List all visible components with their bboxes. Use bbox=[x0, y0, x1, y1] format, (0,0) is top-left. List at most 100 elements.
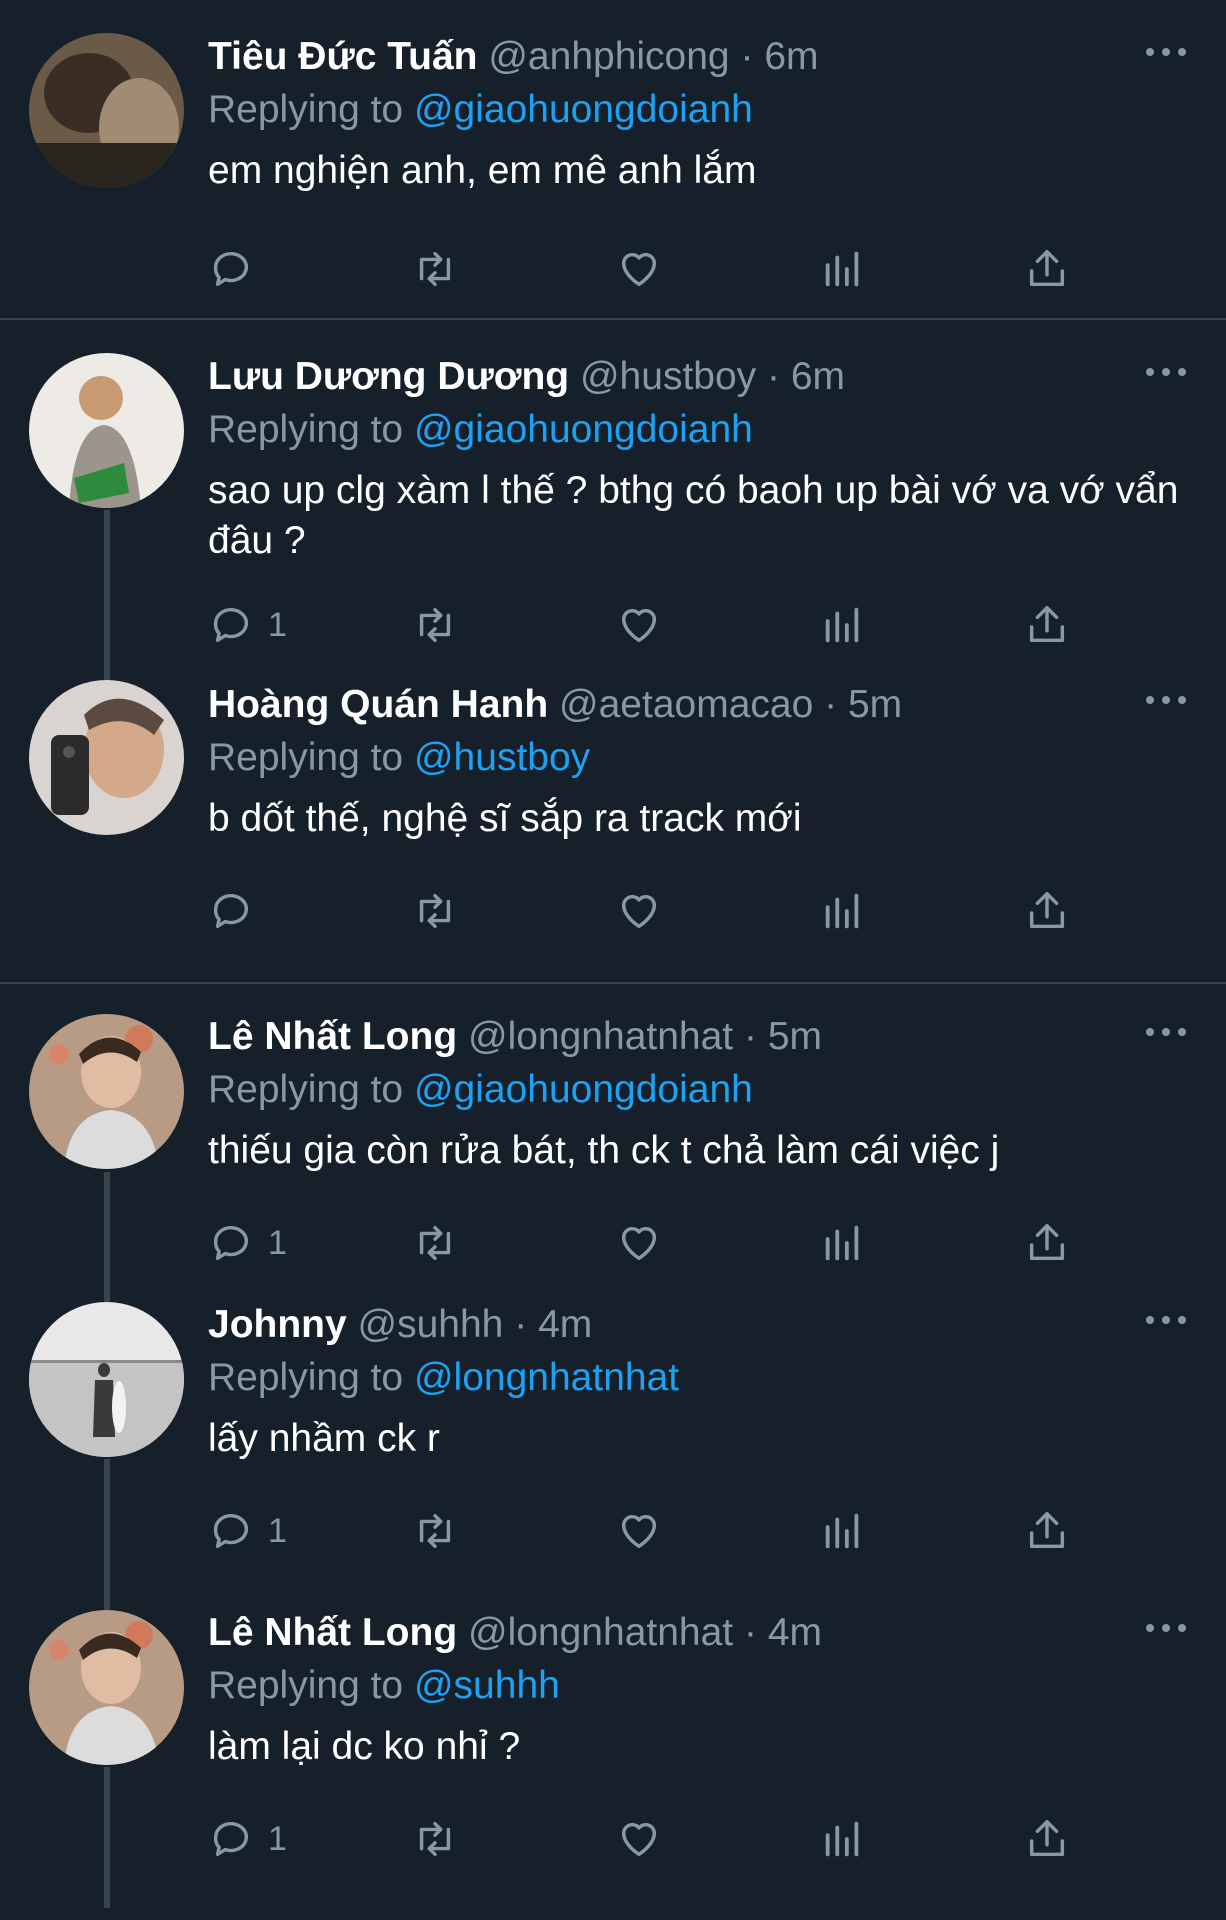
mention-link[interactable]: @giaohuongdoianh bbox=[414, 1068, 753, 1111]
avatar[interactable] bbox=[29, 1610, 184, 1765]
tweet[interactable]: Lưu Dương Dương @hustboy · 6m Replying t… bbox=[0, 320, 1226, 688]
replying-to: Replying to @giaohuongdoianh bbox=[208, 88, 753, 131]
author-name[interactable]: Lưu Dương Dương bbox=[208, 355, 569, 398]
analytics-button[interactable] bbox=[820, 884, 866, 938]
tweet[interactable]: Lê Nhất Long @longnhatnhat · 4m Replying… bbox=[0, 1600, 1226, 1908]
like-button[interactable] bbox=[616, 1812, 662, 1866]
author-handle[interactable]: @hustboy bbox=[580, 355, 756, 398]
tweet-text: lấy nhầm ck r bbox=[208, 1417, 440, 1460]
retweet-icon bbox=[419, 1225, 451, 1261]
share-button[interactable] bbox=[1024, 1216, 1070, 1270]
analytics-button[interactable] bbox=[820, 242, 866, 296]
analytics-icon bbox=[825, 607, 859, 643]
tweet[interactable]: Hoàng Quán Hanh @aetaomacao · 5m Replyin… bbox=[0, 678, 1226, 984]
share-icon bbox=[1029, 1224, 1065, 1261]
analytics-button[interactable] bbox=[820, 598, 866, 652]
analytics-icon bbox=[825, 893, 859, 929]
share-button[interactable] bbox=[1024, 598, 1070, 652]
retweet-button[interactable] bbox=[412, 1504, 458, 1558]
like-button[interactable] bbox=[616, 1216, 662, 1270]
analytics-button[interactable] bbox=[820, 1216, 866, 1270]
author-name[interactable]: Lê Nhất Long bbox=[208, 1611, 457, 1654]
share-button[interactable] bbox=[1024, 1504, 1070, 1558]
share-icon bbox=[1029, 606, 1065, 643]
thread-line bbox=[104, 1459, 110, 1610]
more-icon[interactable] bbox=[1146, 690, 1186, 710]
like-button[interactable] bbox=[616, 242, 662, 296]
reply-button[interactable] bbox=[208, 884, 268, 938]
retweet-button[interactable] bbox=[412, 1812, 458, 1866]
share-icon bbox=[1029, 892, 1065, 929]
share-button[interactable] bbox=[1024, 242, 1070, 296]
like-button[interactable] bbox=[616, 598, 662, 652]
thread-line bbox=[104, 1292, 110, 1300]
analytics-icon bbox=[825, 251, 859, 287]
like-icon bbox=[621, 894, 657, 929]
retweet-icon bbox=[419, 893, 451, 929]
tweet-text: làm lại dc ko nhỉ ? bbox=[208, 1725, 521, 1768]
more-icon[interactable] bbox=[1146, 362, 1186, 382]
replying-to: Replying to @longnhatnhat bbox=[208, 1356, 680, 1399]
mention-link[interactable]: @longnhatnhat bbox=[414, 1356, 679, 1399]
reply-icon bbox=[213, 1226, 249, 1261]
retweet-icon bbox=[419, 1513, 451, 1549]
retweet-button[interactable] bbox=[412, 598, 458, 652]
tweet-header: Tiêu Đức Tuấn @anhphicong · 6m bbox=[208, 35, 819, 78]
reply-button[interactable]: 1 bbox=[208, 1812, 287, 1866]
timestamp[interactable]: 6m bbox=[764, 35, 818, 78]
retweet-button[interactable] bbox=[412, 242, 458, 296]
timestamp[interactable]: 6m bbox=[791, 355, 845, 398]
mention-link[interactable]: @giaohuongdoianh bbox=[414, 408, 753, 451]
like-button[interactable] bbox=[616, 884, 662, 938]
tweet[interactable]: Tiêu Đức Tuấn @anhphicong · 6m Replying … bbox=[0, 0, 1226, 320]
author-name[interactable]: Lê Nhất Long bbox=[208, 1015, 457, 1058]
author-handle[interactable]: @longnhatnhat bbox=[468, 1015, 733, 1058]
analytics-button[interactable] bbox=[820, 1504, 866, 1558]
tweet-text: b dốt thế, nghệ sĩ sắp ra track mới bbox=[208, 797, 802, 840]
share-icon bbox=[1029, 1820, 1065, 1857]
timestamp[interactable]: 4m bbox=[768, 1611, 822, 1654]
retweet-button[interactable] bbox=[412, 1216, 458, 1270]
mention-link[interactable]: @hustboy bbox=[414, 736, 590, 779]
share-button[interactable] bbox=[1024, 1812, 1070, 1866]
author-handle[interactable]: @longnhatnhat bbox=[468, 1611, 733, 1654]
author-handle[interactable]: @aetaomacao bbox=[559, 683, 813, 726]
retweet-button[interactable] bbox=[412, 884, 458, 938]
avatar[interactable] bbox=[29, 1014, 184, 1169]
author-name[interactable]: Tiêu Đức Tuấn bbox=[208, 35, 478, 78]
timestamp[interactable]: 4m bbox=[538, 1303, 592, 1346]
share-button[interactable] bbox=[1024, 884, 1070, 938]
more-icon[interactable] bbox=[1146, 1618, 1186, 1638]
avatar[interactable] bbox=[29, 680, 184, 835]
author-handle[interactable]: @anhphicong bbox=[488, 35, 729, 78]
analytics-button[interactable] bbox=[820, 1812, 866, 1866]
more-icon[interactable] bbox=[1146, 1310, 1186, 1330]
like-icon bbox=[621, 1514, 657, 1549]
author-handle[interactable]: @suhhh bbox=[358, 1303, 504, 1346]
reply-button[interactable]: 1 bbox=[208, 1504, 287, 1558]
like-icon bbox=[621, 1226, 657, 1261]
like-button[interactable] bbox=[616, 1504, 662, 1558]
more-icon[interactable] bbox=[1146, 1022, 1186, 1042]
author-name[interactable]: Johnny bbox=[208, 1303, 347, 1346]
author-name[interactable]: Hoàng Quán Hanh bbox=[208, 683, 548, 726]
tweet[interactable]: Lê Nhất Long @longnhatnhat · 5m Replying… bbox=[0, 984, 1226, 1302]
tweet[interactable]: Johnny @suhhh · 4m Replying to @longnhat… bbox=[0, 1292, 1226, 1610]
tweet-header: Lê Nhất Long @longnhatnhat · 5m bbox=[208, 1015, 822, 1058]
timestamp[interactable]: 5m bbox=[768, 1015, 822, 1058]
avatar[interactable] bbox=[29, 1302, 184, 1457]
avatar[interactable] bbox=[29, 33, 184, 188]
tweet-text: sao up clg xàm l thế ? bthg có baoh up b… bbox=[208, 469, 1179, 562]
mention-link[interactable]: @suhhh bbox=[414, 1664, 560, 1707]
more-icon[interactable] bbox=[1146, 42, 1186, 62]
analytics-icon bbox=[825, 1225, 859, 1261]
reply-button[interactable]: 1 bbox=[208, 598, 287, 652]
mention-link[interactable]: @giaohuongdoianh bbox=[414, 88, 753, 131]
reply-button[interactable]: 1 bbox=[208, 1216, 287, 1270]
tweet-header: Lưu Dương Dương @hustboy · 6m bbox=[208, 355, 846, 398]
avatar[interactable] bbox=[29, 353, 184, 508]
retweet-icon bbox=[419, 1821, 451, 1857]
share-icon bbox=[1029, 250, 1065, 287]
timestamp[interactable]: 5m bbox=[848, 683, 902, 726]
reply-button[interactable] bbox=[208, 242, 268, 296]
